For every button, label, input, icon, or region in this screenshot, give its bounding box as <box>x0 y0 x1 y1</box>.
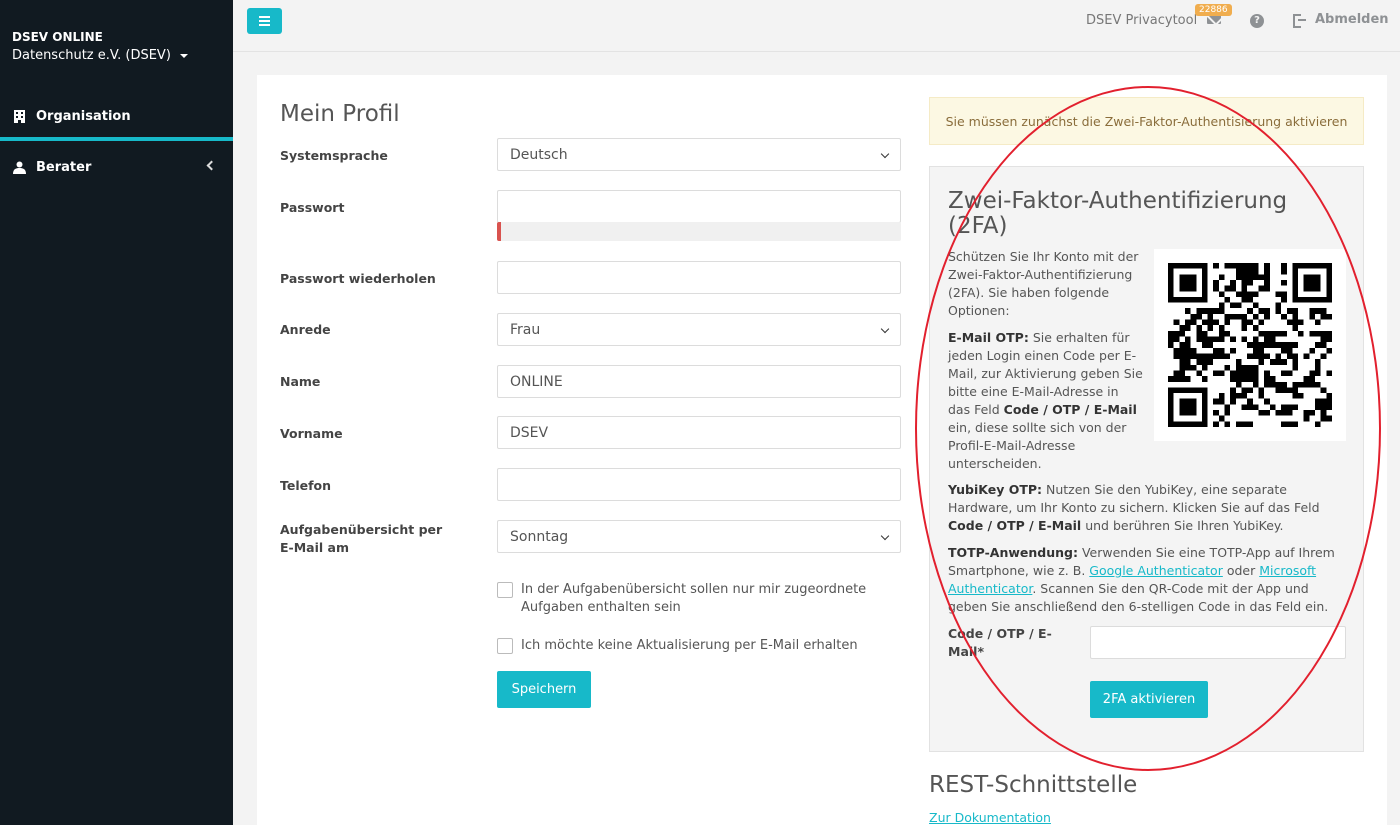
sidebar: DSEV ONLINE Datenschutz e.V. (DSEV) Orga… <box>0 0 233 825</box>
app-title: DSEV Privacytool <box>1086 13 1198 28</box>
no-email-updates-checkbox[interactable] <box>497 638 513 654</box>
language-select[interactable]: Deutsch <box>497 138 901 171</box>
own-tasks-checkbox[interactable] <box>497 582 513 598</box>
user-icon <box>13 161 26 174</box>
language-label: Systemsprache <box>280 148 388 163</box>
tfa-totp: TOTP-Anwendung: Verwenden Sie eine TOTP-… <box>948 545 1335 614</box>
sidebar-item-label: Organisation <box>36 108 131 124</box>
tfa-title: Zwei-Faktor-Authentifizierung (2FA) <box>948 188 1288 239</box>
chevron-left-icon <box>206 160 217 171</box>
org-name: DSEV ONLINE <box>12 30 103 44</box>
password-input[interactable] <box>497 190 901 223</box>
code-input[interactable] <box>1090 626 1346 659</box>
tfa-email-otp: E-Mail OTP: Sie erhalten für jeden Login… <box>948 330 1143 471</box>
task-overview-value: Sonntag <box>510 528 569 545</box>
documentation-link[interactable]: Zur Dokumentation <box>929 810 1051 825</box>
menu-toggle-button[interactable] <box>247 8 282 34</box>
salutation-value: Frau <box>510 321 541 338</box>
no-email-updates-label: Ich möchte keine Aktualisierung per E-Ma… <box>521 638 858 653</box>
firstname-input[interactable]: DSEV <box>497 416 901 449</box>
language-value: Deutsch <box>510 146 568 163</box>
salutation-select[interactable]: Frau <box>497 313 901 346</box>
name-label: Name <box>280 374 321 389</box>
password-repeat-label: Passwort wiederholen <box>280 271 436 286</box>
help-icon[interactable]: ? <box>1250 14 1264 28</box>
phone-input[interactable] <box>497 468 901 501</box>
chevron-down-icon <box>880 531 890 541</box>
firstname-label: Vorname <box>280 426 343 441</box>
google-authenticator-link[interactable]: Google Authenticator <box>1089 563 1223 578</box>
message-count-badge: 22886 <box>1195 4 1232 16</box>
chevron-down-icon <box>880 324 890 334</box>
rest-title: REST-Schnittstelle <box>929 772 1138 798</box>
logout-button[interactable]: Abmelden <box>1293 12 1389 28</box>
caret-down-icon <box>179 53 188 58</box>
task-overview-label: Aufgabenübersicht per E-Mail am <box>280 522 443 555</box>
phone-label: Telefon <box>280 478 332 493</box>
page-title: Mein Profil <box>280 101 400 127</box>
sidebar-item-label: Berater <box>36 159 92 175</box>
code-label: Code / OTP / E-Mail* <box>948 626 1052 659</box>
tfa-yubikey: YubiKey OTP: Nutzen Sie den YubiKey, ein… <box>948 482 1320 533</box>
tfa-intro: Schützen Sie Ihr Konto mit der Zwei-Fakt… <box>948 249 1139 318</box>
chevron-down-icon <box>880 149 890 159</box>
password-label: Passwort <box>280 200 345 215</box>
sidebar-item-organisation[interactable]: Organisation <box>0 95 233 141</box>
save-button[interactable]: Speichern <box>497 671 591 708</box>
logout-label: Abmelden <box>1315 12 1389 27</box>
own-tasks-label: In der Aufgabenübersicht sollen nur mir … <box>521 582 867 615</box>
salutation-label: Anrede <box>280 322 331 337</box>
two-factor-panel: Zwei-Faktor-Authentifizierung (2FA) Schü… <box>929 166 1364 752</box>
password-strength-fill <box>497 222 502 241</box>
alert-text: Sie müssen zunächst die Zwei-Faktor-Auth… <box>945 113 1348 129</box>
warning-alert: Sie müssen zunächst die Zwei-Faktor-Auth… <box>929 97 1364 145</box>
task-overview-select[interactable]: Sonntag <box>497 520 901 553</box>
org-sub-label: Datenschutz e.V. (DSEV) <box>12 48 171 63</box>
password-repeat-input[interactable] <box>497 261 901 294</box>
hamburger-icon <box>259 16 270 18</box>
password-strength-bar <box>497 222 901 241</box>
name-input[interactable]: ONLINE <box>497 365 901 398</box>
building-icon <box>13 109 26 123</box>
profile-card: Mein Profil Systemsprache Deutsch Passwo… <box>257 75 1387 825</box>
topbar: DSEV Privacytool 22886 ? Abmelden <box>233 0 1400 52</box>
activate-2fa-button[interactable]: 2FA aktivieren <box>1090 681 1208 718</box>
sidebar-item-berater[interactable]: Berater <box>0 144 233 190</box>
org-switcher[interactable]: Datenschutz e.V. (DSEV) <box>12 48 188 63</box>
qr-code-image <box>1168 263 1332 427</box>
name-value: ONLINE <box>510 373 563 390</box>
qr-code <box>1154 249 1346 441</box>
sign-out-icon <box>1293 13 1307 28</box>
firstname-value: DSEV <box>510 424 549 441</box>
